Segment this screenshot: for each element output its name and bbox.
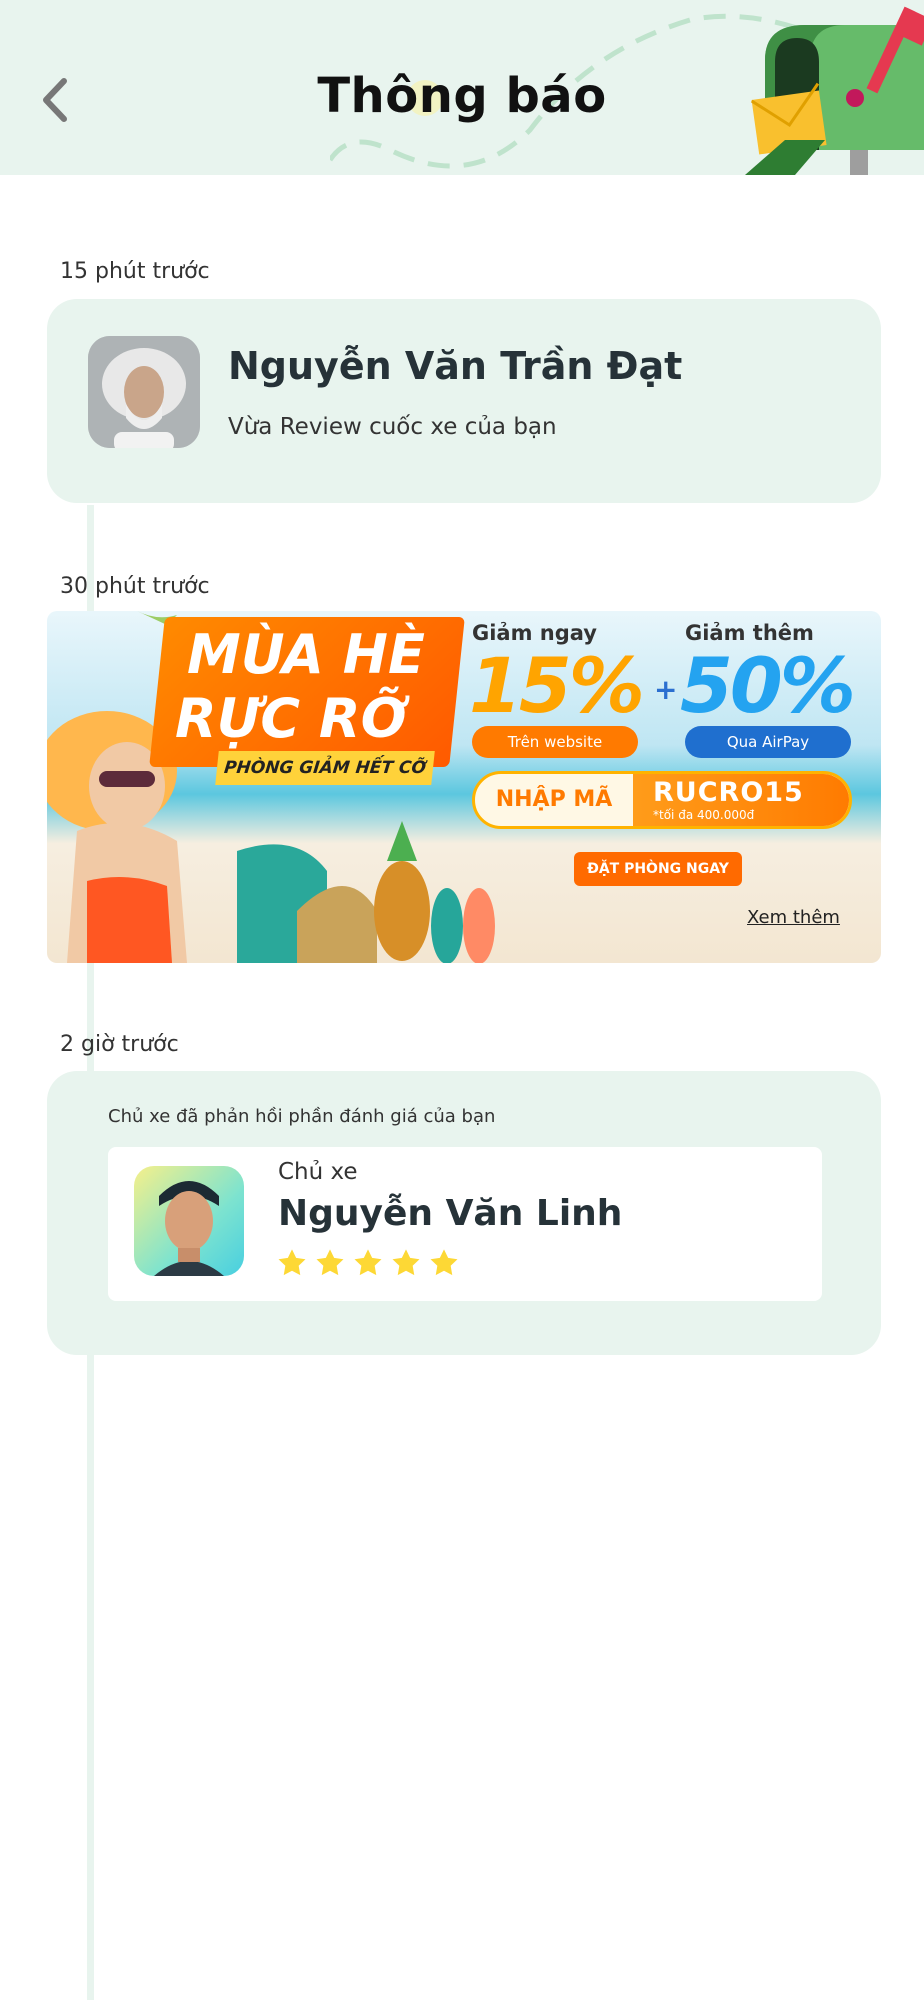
star-icon	[278, 1249, 306, 1276]
notification-message: Vừa Review cuốc xe của bạn	[228, 414, 557, 440]
owner-reply-notification-card[interactable]: Chủ xe đã phản hồi phần đánh giá của bạn…	[47, 1071, 881, 1355]
promo-title-line1: MÙA HÈ	[187, 623, 425, 686]
avatar-image	[88, 336, 200, 448]
discount-channel-2: Qua AirPay	[685, 726, 851, 758]
promo-banner[interactable]: MÙA HÈ RỰC RỠ PHÒNG GIẢM HẾT CỠ Giảm nga…	[47, 611, 881, 963]
promo-code: RUCRO15	[653, 777, 804, 808]
owner-role: Chủ xe	[278, 1159, 358, 1185]
star-icon	[354, 1249, 382, 1276]
notification-time: 2 giờ trước	[60, 1032, 179, 1057]
see-more-link[interactable]: Xem thêm	[747, 907, 840, 928]
star-icon	[316, 1249, 344, 1276]
discount-channel-1: Trên website	[472, 726, 638, 758]
mailbox-icon	[745, 6, 924, 175]
promo-code-box: NHẬP MÃ RUCRO15 *tối đa 400.000đ	[472, 771, 852, 829]
discount-percent-1: 15%	[469, 641, 645, 730]
star-icon	[430, 1249, 458, 1276]
promo-subtitle: PHÒNG GIẢM HẾT CỠ	[215, 751, 435, 785]
owner-name: Nguyễn Văn Linh	[278, 1193, 623, 1234]
app-header: Thông báo	[0, 0, 924, 175]
promo-code-label: NHẬP MÃ	[495, 787, 613, 812]
promo-code-note: *tối đa 400.000đ	[653, 808, 755, 822]
promo-title-line2: RỰC RỠ	[175, 687, 407, 750]
star-icon	[392, 1249, 420, 1276]
notification-time: 15 phút trước	[60, 259, 210, 284]
avatar-image	[154, 1181, 224, 1276]
user-name: Nguyễn Văn Trần Đạt	[228, 344, 683, 388]
discount-percent-2: 50%	[680, 641, 856, 730]
owner-info-box: Chủ xe Nguyễn Văn Linh	[108, 1147, 822, 1301]
owner-avatar	[134, 1166, 244, 1276]
notification-time: 30 phút trước	[60, 574, 210, 599]
user-avatar	[88, 336, 200, 448]
rating-stars	[276, 1247, 460, 1279]
book-now-button[interactable]: ĐẶT PHÒNG NGAY	[574, 852, 742, 886]
plus-icon: +	[654, 673, 678, 706]
notification-message: Chủ xe đã phản hồi phần đánh giá của bạn	[108, 1106, 496, 1127]
review-notification-card[interactable]: Nguyễn Văn Trần Đạt Vừa Review cuốc xe c…	[47, 299, 881, 503]
